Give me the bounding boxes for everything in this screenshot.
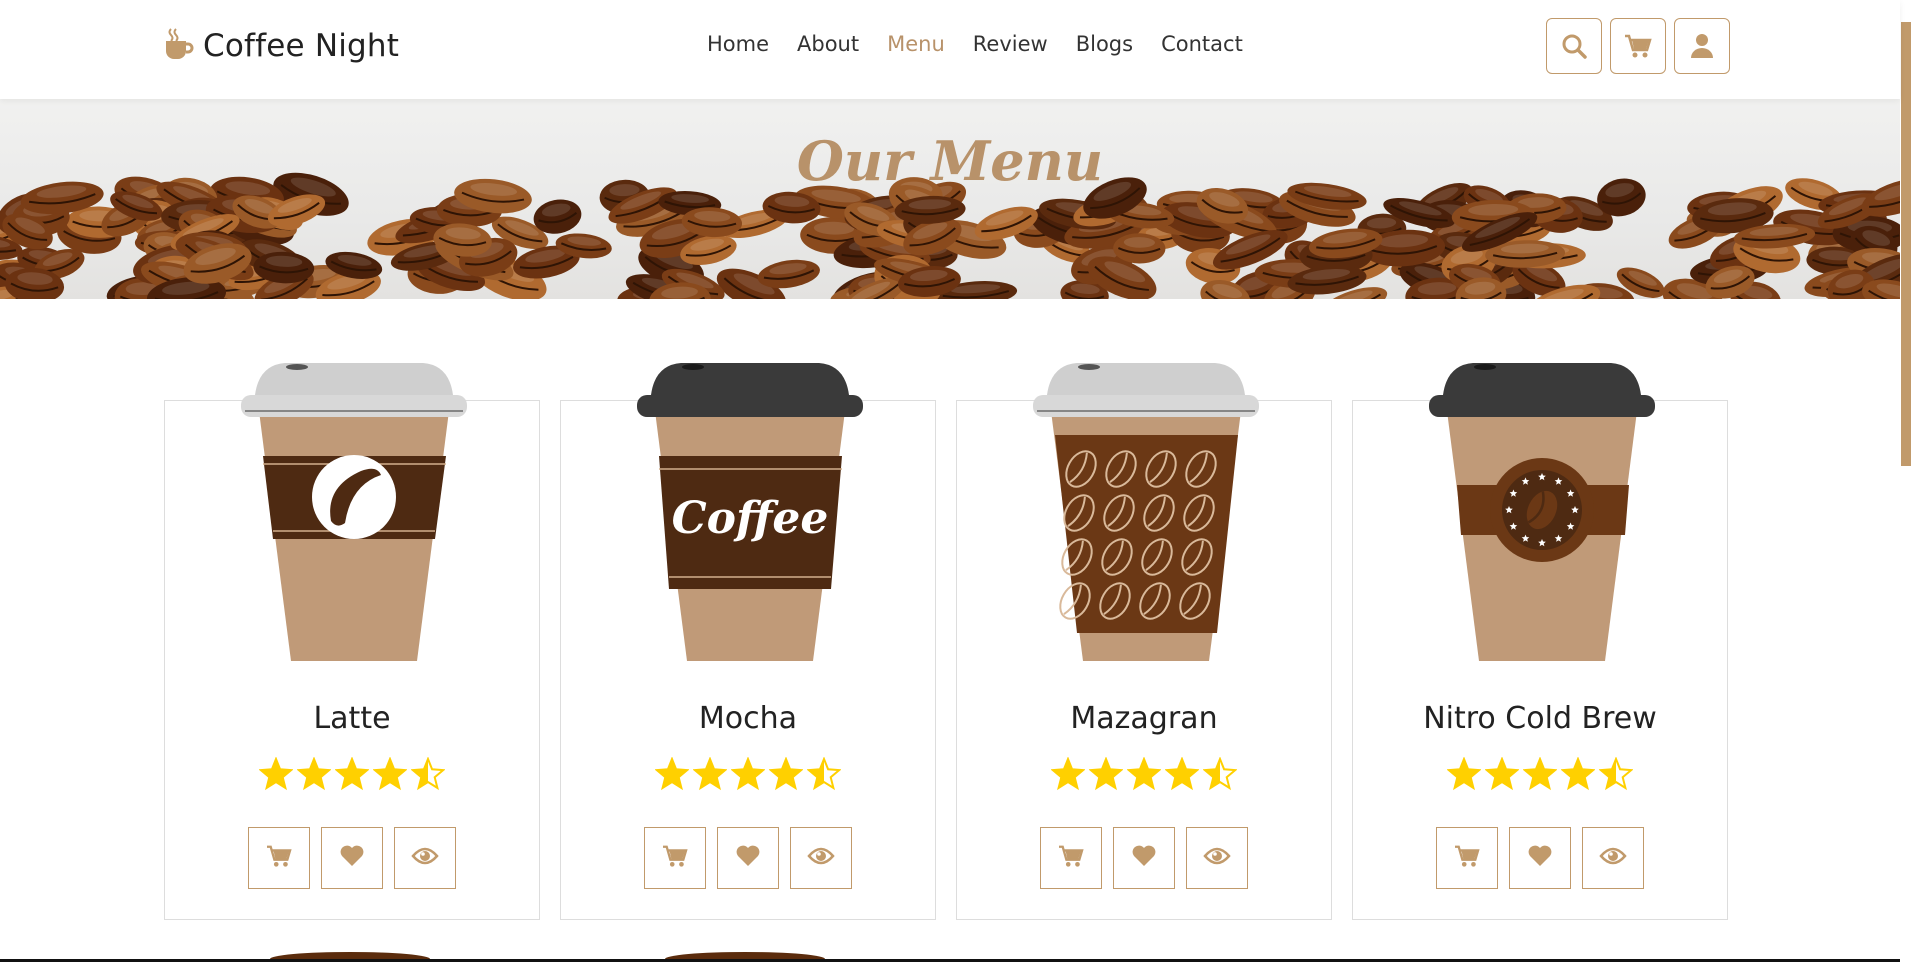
rating-stars (560, 757, 936, 791)
cart-icon (266, 844, 292, 872)
star-full-icon (259, 757, 293, 791)
nitro-cold-brew-cup-image (1429, 363, 1655, 661)
rating-stars (164, 757, 540, 791)
nav-about[interactable]: About (797, 32, 859, 56)
eye-icon (1203, 846, 1231, 870)
heart-icon (339, 844, 365, 872)
mazagran-cup-image (1033, 363, 1259, 661)
nav-blogs[interactable]: Blogs (1076, 32, 1133, 56)
latte-cup-image (241, 363, 467, 661)
cup-label: Coffee (672, 493, 829, 544)
product-actions (560, 827, 936, 889)
favorite-button[interactable] (321, 827, 383, 889)
header-tools (1546, 18, 1730, 74)
menu-grid: Latte Coffee Mocha Mazagran Nitro Cold B… (164, 351, 1728, 920)
add-to-cart-button[interactable] (248, 827, 310, 889)
view-button[interactable] (1582, 827, 1644, 889)
nav-review[interactable]: Review (973, 32, 1048, 56)
rating-stars (1352, 757, 1728, 791)
eye-icon (807, 846, 835, 870)
favorite-button[interactable] (1509, 827, 1571, 889)
add-to-cart-button[interactable] (1436, 827, 1498, 889)
star-full-icon (1447, 757, 1481, 791)
star-full-icon (1523, 757, 1557, 791)
search-icon (1562, 34, 1587, 59)
nav-contact[interactable]: Contact (1161, 32, 1243, 56)
star-full-icon (335, 757, 369, 791)
view-button[interactable] (1186, 827, 1248, 889)
site-header: Coffee Night Home About Menu Review Blog… (0, 0, 1900, 99)
eye-icon (1599, 846, 1627, 870)
cart-icon (662, 844, 688, 872)
heart-icon (1131, 844, 1157, 872)
star-full-icon (693, 757, 727, 791)
scrollbar-thumb[interactable] (1901, 22, 1911, 466)
star-full-icon (373, 757, 407, 791)
star-full-icon (655, 757, 689, 791)
brand-name: Coffee Night (203, 28, 400, 64)
product-name: Nitro Cold Brew (1423, 701, 1657, 736)
view-button[interactable] (790, 827, 852, 889)
star-full-icon (1089, 757, 1123, 791)
product-name: Latte (313, 701, 391, 736)
star-full-icon (769, 757, 803, 791)
main-nav: Home About Menu Review Blogs Contact (707, 32, 1243, 56)
nav-home[interactable]: Home (707, 32, 769, 56)
cart-icon (1454, 844, 1480, 872)
star-half-icon (411, 757, 445, 791)
mocha-cup-image: Coffee (637, 363, 863, 661)
cart-icon (1625, 34, 1652, 58)
add-to-cart-button[interactable] (1040, 827, 1102, 889)
star-full-icon (1127, 757, 1161, 791)
star-half-icon (1599, 757, 1633, 791)
search-button[interactable] (1546, 18, 1602, 74)
star-full-icon (731, 757, 765, 791)
star-full-icon (1485, 757, 1519, 791)
star-full-icon (297, 757, 331, 791)
product-card: Mazagran (956, 351, 1332, 920)
star-half-icon (807, 757, 841, 791)
product-card: Nitro Cold Brew (1352, 351, 1728, 920)
page-banner: Our Menu (0, 99, 1900, 299)
star-full-icon (1561, 757, 1595, 791)
star-full-icon (1165, 757, 1199, 791)
product-name: Mocha (698, 701, 798, 736)
user-icon (1691, 34, 1713, 58)
view-button[interactable] (394, 827, 456, 889)
coffee-cup-icon (163, 27, 195, 65)
favorite-button[interactable] (717, 827, 779, 889)
product-card: Latte (164, 351, 540, 920)
product-actions (164, 827, 540, 889)
favorite-button[interactable] (1113, 827, 1175, 889)
cart-icon (1058, 844, 1084, 872)
heart-icon (1527, 844, 1553, 872)
add-to-cart-button[interactable] (644, 827, 706, 889)
page-title: Our Menu (796, 129, 1104, 193)
account-button[interactable] (1674, 18, 1730, 74)
star-half-icon (1203, 757, 1237, 791)
product-name: Mazagran (1070, 701, 1218, 736)
logo[interactable]: Coffee Night (163, 27, 399, 65)
cart-button[interactable] (1610, 18, 1666, 74)
star-full-icon (1051, 757, 1085, 791)
eye-icon (411, 846, 439, 870)
product-actions (956, 827, 1332, 889)
rating-stars (956, 757, 1332, 791)
heart-icon (735, 844, 761, 872)
nav-menu[interactable]: Menu (887, 32, 945, 56)
product-card: Coffee Mocha (560, 351, 936, 920)
product-actions (1352, 827, 1728, 889)
